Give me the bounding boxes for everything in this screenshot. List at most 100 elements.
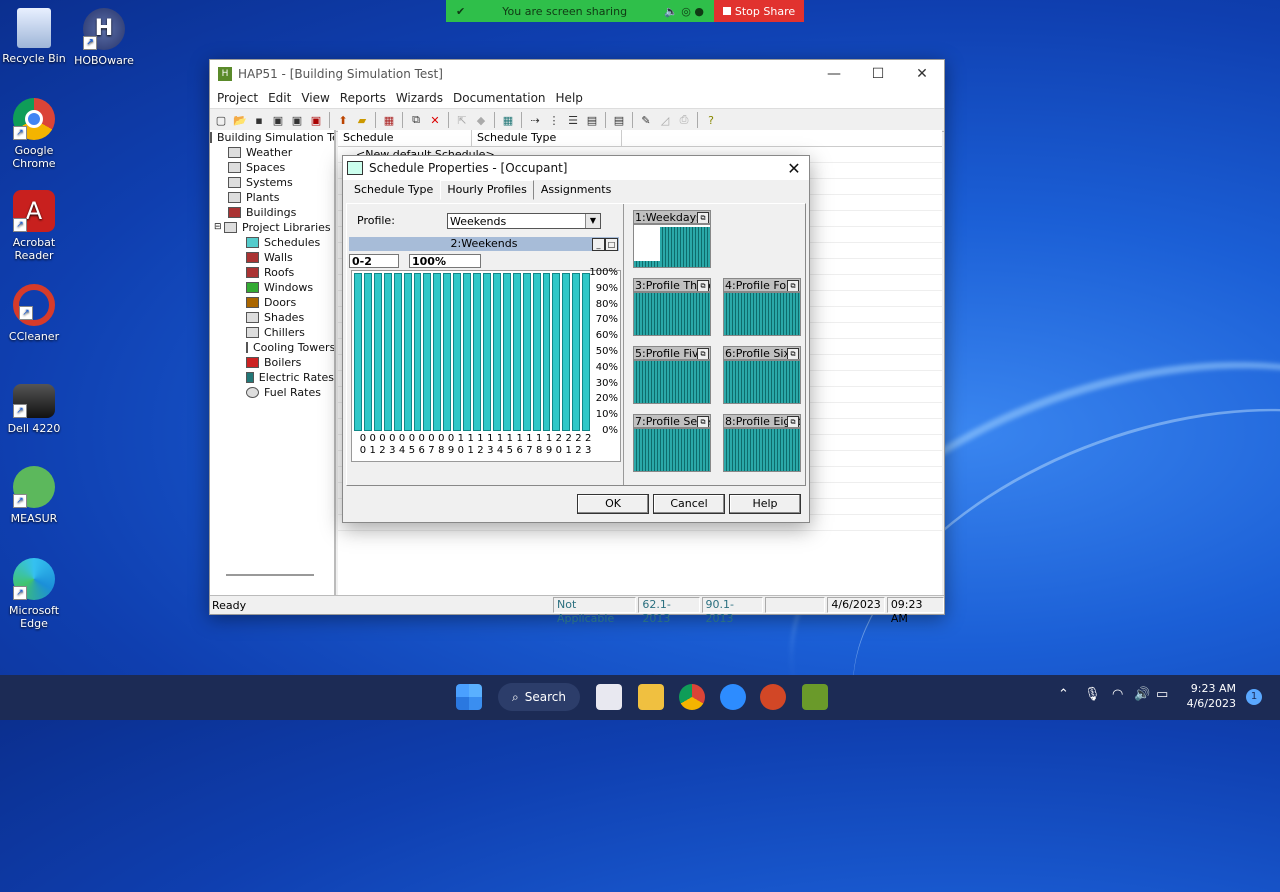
hour-bar-slot[interactable] xyxy=(463,273,472,431)
hour-bar-slot[interactable] xyxy=(502,273,511,431)
folder-up-icon[interactable]: ⬆ xyxy=(334,112,352,128)
list-icon[interactable]: ☰ xyxy=(564,112,582,128)
taskbar-clock[interactable]: 9:23 AM 4/6/2023 xyxy=(1186,681,1236,711)
copy-icon[interactable]: ⧉ xyxy=(407,112,425,128)
column-header-schedule[interactable]: Schedule xyxy=(338,130,472,146)
restore-graph-icon[interactable]: □ xyxy=(605,238,618,251)
tab-assignments[interactable]: Assignments xyxy=(534,180,619,200)
hourly-profile-graph[interactable]: 100% 90% 80% 70% 60% 50% 40% 30% 20% 10% 0% 000000… xyxy=(351,267,621,462)
hour-bar[interactable] xyxy=(562,273,571,431)
tree-item-buildings[interactable]: Buildings xyxy=(210,205,334,220)
details-icon[interactable]: ▤ xyxy=(583,112,601,128)
maximize-icon[interactable]: ⧉ xyxy=(697,348,709,359)
hour-bar[interactable] xyxy=(473,273,481,431)
desktop-icon-edge[interactable]: ↗ Microsoft Edge xyxy=(0,558,71,630)
minimize-button[interactable]: — xyxy=(812,66,856,82)
profile-select[interactable]: Weekends ▼ xyxy=(447,213,601,229)
hour-bar[interactable] xyxy=(463,273,472,431)
menu-view[interactable]: View xyxy=(296,91,334,105)
hour-bar[interactable] xyxy=(393,273,402,431)
maximize-icon[interactable]: ⧉ xyxy=(787,416,799,427)
menu-edit[interactable]: Edit xyxy=(263,91,296,105)
hour-bar-slot[interactable] xyxy=(433,273,442,431)
tree-item-cooling-towers[interactable]: Cooling Towers xyxy=(210,340,334,355)
hour-value-field[interactable]: 100% xyxy=(409,254,481,268)
hour-bar-slot[interactable] xyxy=(542,273,551,431)
hour-bar[interactable] xyxy=(522,273,531,431)
book-save-icon[interactable]: ▣ xyxy=(288,112,306,128)
hour-bar-slot[interactable] xyxy=(423,273,432,431)
tree-item-shades[interactable]: Shades xyxy=(210,310,334,325)
print-icon[interactable]: ⎙ xyxy=(675,112,693,128)
menu-help[interactable]: Help xyxy=(551,91,588,105)
tree-arrow-icon[interactable]: ⇢ xyxy=(526,112,544,128)
grid-icon[interactable]: ▦ xyxy=(380,112,398,128)
tree-item-doors[interactable]: Doors xyxy=(210,295,334,310)
delete-icon[interactable]: ✕ xyxy=(426,112,444,128)
start-windows-icon[interactable] xyxy=(456,684,482,710)
hour-bar-slot[interactable] xyxy=(383,273,392,431)
hour-bar[interactable] xyxy=(373,273,382,431)
thumb-profile-6[interactable]: 6:Profile Six ⧉ xyxy=(723,346,801,406)
sharing-controls-icons[interactable]: 🔈 ◎ ● xyxy=(664,5,704,18)
desktop-icon-hoboware[interactable]: H ↗ HOBOware xyxy=(67,8,141,67)
menu-project[interactable]: Project xyxy=(212,91,263,105)
stop-share-button[interactable]: Stop Share xyxy=(714,0,804,22)
tree-item-chillers[interactable]: Chillers xyxy=(210,325,334,340)
thumb-profile-3[interactable]: 3:Profile Three ⧉ xyxy=(633,278,711,338)
desktop-icon-dell[interactable]: ↗ Dell 4220 xyxy=(0,378,71,435)
tree-item-weather[interactable]: Weather xyxy=(210,145,334,160)
hour-bar[interactable] xyxy=(512,273,521,431)
folder-open-icon[interactable]: ▰ xyxy=(353,112,371,128)
hour-bar-slot[interactable] xyxy=(572,273,581,431)
snipping-tool-icon[interactable] xyxy=(596,684,622,710)
export-icon[interactable]: ◆ xyxy=(472,112,490,128)
hour-bar[interactable] xyxy=(383,273,392,431)
chevron-down-icon[interactable]: ▼ xyxy=(585,214,600,228)
maximize-icon[interactable]: ⧉ xyxy=(697,416,709,427)
hour-bar-slot[interactable] xyxy=(443,273,452,431)
hour-bar[interactable] xyxy=(433,273,442,431)
desktop-icon-ccleaner[interactable]: ↗ CCleaner xyxy=(0,284,71,343)
hour-bar-slot[interactable] xyxy=(473,273,481,431)
maximize-icon[interactable]: ⧉ xyxy=(697,280,709,291)
hour-bar[interactable] xyxy=(552,273,561,431)
taskbar-search[interactable]: ⌕ Search xyxy=(498,683,580,711)
cancel-button[interactable]: Cancel xyxy=(653,494,725,514)
thumb-profile-4[interactable]: 4:Profile Four ⧉ xyxy=(723,278,801,338)
hour-bar-slot[interactable] xyxy=(363,273,372,431)
tab-hourly-profiles[interactable]: Hourly Profiles xyxy=(440,180,534,200)
wifi-icon[interactable]: ◠ xyxy=(1112,687,1123,702)
dialog-titlebar[interactable]: Schedule Properties - [Occupant] ✕ xyxy=(343,156,809,180)
menu-wizards[interactable]: Wizards xyxy=(391,91,448,105)
tree-item-boilers[interactable]: Boilers xyxy=(210,355,334,370)
help-button[interactable]: Help xyxy=(729,494,801,514)
hap-taskbar-icon[interactable] xyxy=(802,684,828,710)
hour-bar-slot[interactable] xyxy=(482,273,491,431)
hour-bar-slot[interactable] xyxy=(582,273,591,431)
hour-bar[interactable] xyxy=(354,273,362,431)
minimize-graph-icon[interactable]: _ xyxy=(592,238,605,251)
collapse-icon[interactable]: ⊟ xyxy=(214,220,224,235)
hour-bar-slot[interactable] xyxy=(512,273,521,431)
tree-item-spaces[interactable]: Spaces xyxy=(210,160,334,175)
zoom-icon[interactable] xyxy=(720,684,746,710)
tree-item-schedules[interactable]: Schedules xyxy=(210,235,334,250)
thumb-profile-8[interactable]: 8:Profile Eight ⧉ xyxy=(723,414,801,474)
hour-bar-slot[interactable] xyxy=(453,273,462,431)
hour-bar[interactable] xyxy=(502,273,511,431)
volume-icon[interactable]: 🔊 xyxy=(1134,687,1150,702)
maximize-icon[interactable]: ⧉ xyxy=(787,280,799,291)
chart-icon[interactable]: ◿ xyxy=(656,112,674,128)
notification-badge[interactable]: 1 xyxy=(1246,689,1262,705)
tree-item-roofs[interactable]: Roofs xyxy=(210,265,334,280)
hour-bar-slot[interactable] xyxy=(354,273,362,431)
book-red-icon[interactable]: ▣ xyxy=(307,112,325,128)
tree-item-plants[interactable]: Plants xyxy=(210,190,334,205)
hour-bar[interactable] xyxy=(363,273,372,431)
import-icon[interactable]: ⇱ xyxy=(453,112,471,128)
hour-bar-slot[interactable] xyxy=(393,273,402,431)
desktop-icon-recycle-bin[interactable]: Recycle Bin xyxy=(0,8,71,65)
thumb-profile-1[interactable]: 1:Weekdays ⧉ xyxy=(633,210,711,270)
maximize-icon[interactable]: ⧉ xyxy=(787,348,799,359)
